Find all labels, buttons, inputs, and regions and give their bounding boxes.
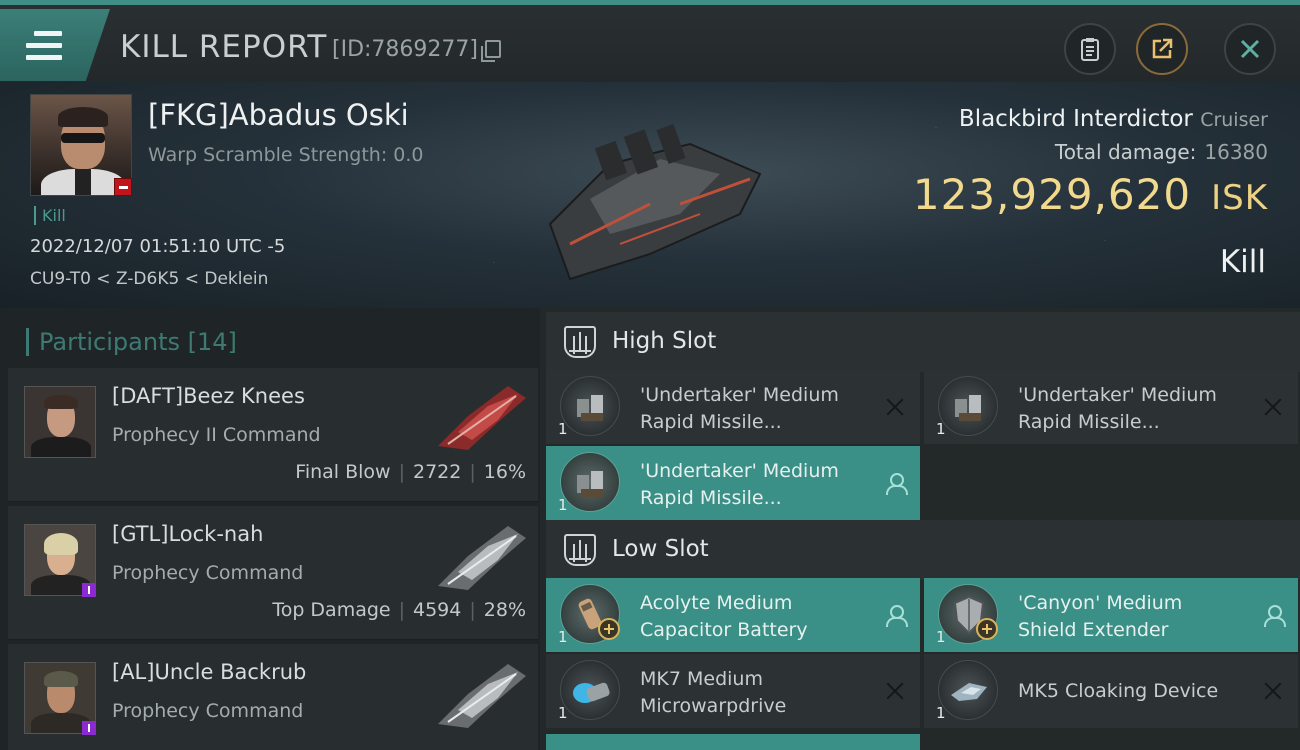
- dropped-person-icon: [1262, 604, 1286, 627]
- slot-title: High Slot: [612, 328, 717, 354]
- module-name: MK5 Cloaking Device: [1018, 680, 1219, 702]
- destroyed-icon: [884, 680, 906, 702]
- participant-row[interactable]: [AL]Uncle Backrub Prophecy Command: [8, 644, 538, 750]
- add-icon: [976, 618, 998, 640]
- missile-launcher-icon: [560, 376, 620, 436]
- participant-ship-image: [438, 526, 526, 590]
- participant-name: [AL]Uncle Backrub: [112, 660, 307, 684]
- module-item[interactable]: 1 MK5 Cloaking Device: [924, 654, 1298, 728]
- report-id: [ID:7869277]: [332, 37, 478, 62]
- high-slot-icon: [564, 326, 596, 358]
- participant-ship: Prophecy II Command: [112, 424, 321, 446]
- destroyed-icon: [1262, 680, 1284, 702]
- microwarpdrive-icon: [560, 660, 620, 720]
- module-name: Acolyte Medium Capacitor Battery: [640, 592, 808, 641]
- close-icon: [1240, 39, 1260, 59]
- module-item[interactable]: 1 'Undertaker' Medium Rapid Missile...: [924, 370, 1298, 444]
- share-button[interactable]: [1136, 23, 1188, 75]
- standing-badge-icon: [114, 178, 132, 196]
- copy-icon[interactable]: [481, 40, 501, 62]
- module-item[interactable]: [546, 734, 920, 750]
- participant-avatar[interactable]: [24, 386, 96, 458]
- module-name: 'Undertaker' Medium Rapid Missile...: [640, 384, 839, 433]
- dropped-person-icon: [884, 472, 908, 495]
- low-slot-header: Low Slot: [546, 520, 1300, 580]
- module-item[interactable]: 1 'Undertaker' Medium Rapid Missile...: [546, 446, 920, 520]
- clipboard-icon: [1081, 38, 1099, 61]
- participant-ship-image: [438, 664, 526, 728]
- module-item[interactable]: 1 'Canyon' Medium Shield Extender: [924, 578, 1298, 652]
- top-bar: KILL REPORT [ID:7869277]: [0, 0, 1300, 82]
- kill-tag: Kill: [34, 206, 66, 225]
- missile-launcher-icon: [560, 452, 620, 512]
- dropped-person-icon: [884, 604, 908, 627]
- module-name: MK7 Medium Microwarpdrive: [640, 668, 787, 717]
- corp-badge-icon: [82, 721, 96, 735]
- module-name: 'Canyon' Medium Shield Extender: [1018, 592, 1183, 641]
- kill-location[interactable]: CU9-T0 < Z-D6K5 < Deklein: [30, 269, 268, 289]
- victim-ship-image[interactable]: [530, 104, 780, 294]
- module-name: 'Undertaker' Medium Rapid Missile...: [1018, 384, 1217, 433]
- victim-summary: [FKG]Abadus Oski Warp Scramble Strength:…: [0, 82, 1300, 308]
- participant-name: [GTL]Lock-nah: [112, 522, 264, 546]
- slot-title: Low Slot: [612, 536, 709, 562]
- module-item[interactable]: 1 'Undertaker' Medium Rapid Missile...: [546, 370, 920, 444]
- destroyed-icon: [1262, 396, 1284, 418]
- participant-ship: Prophecy Command: [112, 562, 304, 584]
- module-item[interactable]: 1 MK7 Medium Microwarpdrive: [546, 654, 920, 728]
- clipboard-button[interactable]: [1064, 23, 1116, 75]
- victim-name[interactable]: [FKG]Abadus Oski: [148, 98, 409, 132]
- hamburger-icon: [26, 31, 62, 67]
- destroyed-icon: [884, 396, 906, 418]
- participant-row[interactable]: [DAFT]Beez Knees Prophecy II Command Fin…: [8, 368, 538, 502]
- warp-scramble-strength: Warp Scramble Strength: 0.0: [148, 144, 424, 166]
- result-label: Kill: [1219, 244, 1266, 280]
- cloaking-device-icon: [938, 660, 998, 720]
- corp-badge-icon: [82, 583, 96, 597]
- participant-ship-image: [438, 386, 526, 450]
- participant-row[interactable]: [GTL]Lock-nah Prophecy Command Top Damag…: [8, 506, 538, 640]
- victim-ship-class: Cruiser: [1200, 109, 1268, 131]
- low-slot-icon: [564, 534, 596, 566]
- module-item[interactable]: 1 Acolyte Medium Capacitor Battery: [546, 578, 920, 652]
- participant-ship: Prophecy Command: [112, 700, 304, 722]
- menu-button[interactable]: [0, 9, 110, 81]
- high-slot-header: High Slot: [546, 312, 1300, 372]
- victim-ship-name[interactable]: Blackbird Interdictor Cruiser: [959, 106, 1268, 132]
- isk-value: 123,929,620 ISK: [912, 170, 1268, 219]
- fitting-panel: High Slot 1 'Undertaker' Medium Rapid Mis…: [540, 308, 1300, 750]
- participant-name: [DAFT]Beez Knees: [112, 384, 305, 408]
- module-name: 'Undertaker' Medium Rapid Missile...: [640, 460, 839, 509]
- add-icon: [598, 618, 620, 640]
- missile-launcher-icon: [938, 376, 998, 436]
- participant-stats: Top Damage | 4594 | 28%: [272, 599, 526, 621]
- participant-stats: Final Blow | 2722 | 16%: [295, 461, 526, 483]
- page-title: KILL REPORT: [120, 29, 328, 65]
- share-icon: [1152, 38, 1173, 59]
- kill-timestamp: 2022/12/07 01:51:10 UTC -5: [30, 236, 286, 257]
- total-damage: Total damage: 16380: [1054, 140, 1268, 164]
- participants-panel: Participants [14] [DAFT]Beez Knees Proph…: [0, 308, 540, 750]
- participants-header: Participants [14]: [26, 328, 237, 356]
- close-button[interactable]: [1224, 23, 1276, 75]
